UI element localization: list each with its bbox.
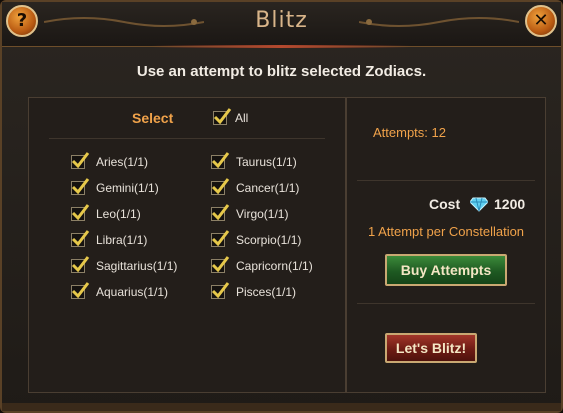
attempts-count: Attempts: 12	[373, 125, 446, 140]
zodiac-label: Sagittarius(1/1)	[96, 259, 178, 273]
zodiac-select-panel: Select All Aries(1/1) Taurus(1/1) Gemini(1…	[28, 97, 346, 393]
dialog-subtitle: Use an attempt to blitz selected Zodiacs…	[136, 63, 427, 80]
check-icon	[71, 282, 90, 299]
check-icon	[211, 230, 230, 247]
zodiac-checkbox[interactable]	[211, 178, 230, 195]
divider	[357, 180, 535, 181]
select-all-label: All	[235, 111, 249, 125]
zodiac-label: Gemini(1/1)	[96, 181, 159, 195]
zodiac-checkbox[interactable]	[71, 282, 90, 299]
zodiac-checkbox[interactable]	[71, 230, 90, 247]
attempt-per-constellation: 1 Attempt per Constellation	[367, 224, 525, 239]
info-panel: Attempts: 12 Cost 1200 1 Attempt per Con…	[346, 97, 546, 393]
check-icon	[211, 204, 230, 221]
divider	[49, 138, 325, 139]
check-icon	[213, 108, 232, 125]
zodiac-label: Aquarius(1/1)	[96, 285, 169, 299]
bottom-ornament	[2, 403, 561, 411]
zodiac-checkbox[interactable]	[211, 152, 230, 169]
zodiac-label: Taurus(1/1)	[236, 155, 297, 169]
zodiac-label: Aries(1/1)	[96, 155, 149, 169]
zodiac-label: Leo(1/1)	[96, 207, 141, 221]
check-icon	[211, 256, 230, 273]
close-icon: ✕	[533, 10, 549, 31]
buy-attempts-button[interactable]: Buy Attempts	[385, 254, 507, 286]
check-icon	[71, 256, 90, 273]
check-icon	[211, 152, 230, 169]
blitz-dialog: Blitz ? ✕ Use an attempt to blitz select…	[0, 0, 563, 413]
close-button[interactable]: ✕	[525, 5, 557, 37]
zodiac-checkbox[interactable]	[71, 152, 90, 169]
zodiac-label: Cancer(1/1)	[236, 181, 300, 195]
zodiac-checkbox[interactable]	[71, 204, 90, 221]
zodiac-label: Virgo(1/1)	[236, 207, 289, 221]
zodiac-checkbox[interactable]	[211, 256, 230, 273]
zodiac-label: Libra(1/1)	[96, 233, 148, 247]
lets-blitz-button[interactable]: Let's Blitz!	[385, 333, 477, 363]
zodiac-label: Scorpio(1/1)	[236, 233, 302, 247]
check-icon	[71, 230, 90, 247]
zodiac-checkbox[interactable]	[211, 204, 230, 221]
select-all-checkbox[interactable]	[213, 108, 232, 125]
check-icon	[211, 282, 230, 299]
check-icon	[71, 204, 90, 221]
zodiac-checkbox[interactable]	[211, 230, 230, 247]
zodiac-checkbox[interactable]	[211, 282, 230, 299]
select-label: Select	[132, 110, 174, 126]
cost-label: Cost	[429, 196, 461, 212]
check-icon	[211, 178, 230, 195]
zodiac-checkbox[interactable]	[71, 178, 90, 195]
diamond-icon	[470, 197, 488, 212]
check-icon	[71, 152, 90, 169]
title-bar: Blitz ? ✕	[2, 2, 561, 48]
cost-value: 1200	[494, 196, 526, 212]
help-button[interactable]: ?	[6, 5, 38, 37]
zodiac-label: Pisces(1/1)	[236, 285, 297, 299]
zodiac-label: Capricorn(1/1)	[236, 259, 313, 273]
dialog-title: Blitz	[255, 8, 308, 33]
check-icon	[71, 178, 90, 195]
zodiac-checkbox[interactable]	[71, 256, 90, 273]
question-icon: ?	[16, 10, 28, 31]
divider	[357, 303, 535, 304]
